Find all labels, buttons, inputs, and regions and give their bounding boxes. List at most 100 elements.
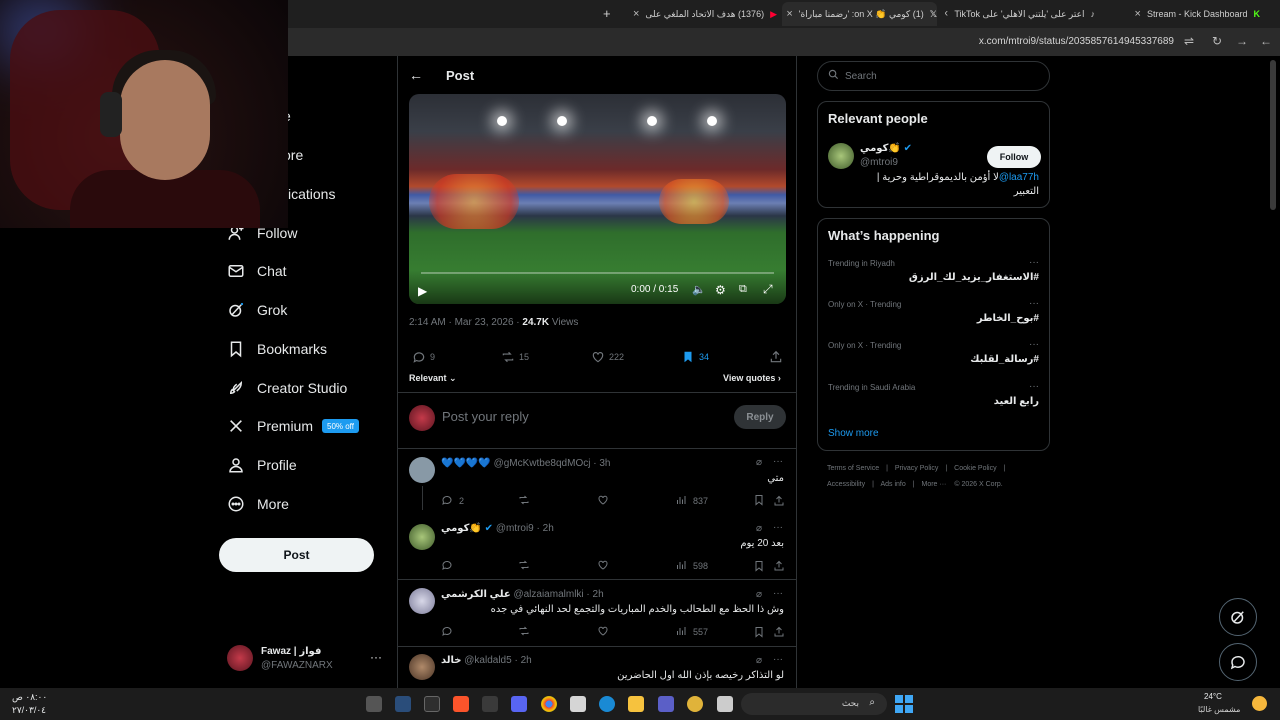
- nav-item-more[interactable]: More: [227, 492, 289, 516]
- footer-ads-link[interactable]: Ads info: [880, 481, 905, 488]
- nav-item-grok[interactable]: Grok: [227, 298, 287, 322]
- grok-icon[interactable]: ⌀: [756, 523, 762, 534]
- folder-icon[interactable]: [628, 696, 644, 712]
- tab-x-post[interactable]: 𝕏 (1) كومي 👏 on X: 'رضمنا مباراة' ×: [782, 2, 937, 26]
- footer-terms-link[interactable]: Terms of Service: [827, 465, 879, 472]
- grok-float-button[interactable]: [1219, 598, 1257, 636]
- like-action[interactable]: 222: [591, 350, 624, 364]
- footer-privacy-link[interactable]: Privacy Policy: [895, 465, 939, 472]
- bio-mention-link[interactable]: @laa77h: [999, 172, 1039, 183]
- nav-item-premium[interactable]: Premium: [227, 414, 313, 438]
- trend-item[interactable]: #بوح_الخاطر: [977, 313, 1039, 324]
- follow-button[interactable]: Follow: [987, 146, 1041, 168]
- show-more-link[interactable]: Show more: [828, 428, 879, 439]
- view-quotes-link[interactable]: View quotes ›: [723, 373, 781, 383]
- close-icon[interactable]: ×: [945, 8, 948, 20]
- volume-icon[interactable]: 🔈: [692, 283, 706, 296]
- views-action[interactable]: 598: [675, 559, 708, 573]
- taskbar-app-icon[interactable]: [366, 696, 382, 712]
- more-icon[interactable]: ···: [773, 588, 783, 599]
- steam-icon[interactable]: [395, 696, 411, 712]
- views-action[interactable]: 557: [675, 625, 708, 639]
- tab-tiktok[interactable]: ♪ اعتر على 'يلتني الاهلي' على TikTok ×: [945, 2, 1095, 26]
- reply-action[interactable]: [441, 559, 459, 573]
- like-action[interactable]: [597, 494, 615, 508]
- account-menu-icon[interactable]: ···: [370, 650, 382, 664]
- reply-action[interactable]: 2: [441, 494, 464, 508]
- account-avatar[interactable]: [227, 645, 253, 671]
- reply-button[interactable]: Reply: [734, 405, 786, 429]
- reply-input[interactable]: Post your reply: [442, 409, 529, 424]
- chrome-icon[interactable]: [541, 696, 557, 712]
- share-action[interactable]: [769, 350, 787, 364]
- footer-cookie-link[interactable]: Cookie Policy: [954, 465, 996, 472]
- bookmark-icon[interactable]: [753, 494, 765, 509]
- brave-icon[interactable]: [453, 696, 469, 712]
- reply-action[interactable]: [441, 625, 459, 639]
- post-video[interactable]: ▶ 0:00 / 0:15 🔈 ⚙ ⧉ ⤢: [409, 94, 786, 304]
- trend-item[interactable]: #رسالة_لقلبك: [970, 354, 1039, 365]
- nav-item-profile[interactable]: Profile: [227, 453, 297, 477]
- close-icon[interactable]: ×: [786, 8, 792, 20]
- repost-action[interactable]: [518, 559, 536, 573]
- weather-temp[interactable]: 24°C: [1204, 692, 1222, 701]
- messages-float-button[interactable]: [1219, 643, 1257, 681]
- list-item[interactable]: كومي👏 ✔ @mtroi9 · 2h ⌀ ··· بعد 20 يوم 59…: [398, 519, 796, 579]
- repost-action[interactable]: [518, 625, 536, 639]
- store-icon[interactable]: [570, 696, 586, 712]
- tune-icon[interactable]: ⇌: [1184, 34, 1194, 48]
- footer-accessibility-link[interactable]: Accessibility: [827, 481, 865, 488]
- views-action[interactable]: 837: [675, 494, 708, 508]
- reload-icon[interactable]: ↻: [1212, 34, 1222, 48]
- trend-item[interactable]: رابع العيد: [994, 396, 1039, 407]
- more-icon[interactable]: ···: [1029, 339, 1039, 350]
- list-item[interactable]: 💙💙💙💙 @gMcKwtbe8qdMOcj · 3h ⌀ ··· متي 2 8…: [398, 452, 796, 512]
- taskbar-app-icon[interactable]: [717, 696, 733, 712]
- nav-item-bookmarks[interactable]: Bookmarks: [227, 337, 327, 361]
- windows-start-icon[interactable]: [895, 695, 913, 713]
- grok-icon[interactable]: ⌀: [756, 655, 762, 666]
- trend-item[interactable]: #الاستغفار_يزيد_لك_الرزق: [909, 272, 1039, 283]
- edge-icon[interactable]: [599, 696, 615, 712]
- teams-icon[interactable]: [658, 696, 674, 712]
- list-item[interactable]: خالد @kaldald5 · 2h ⌀ ··· لو التذاكر رخي…: [398, 650, 796, 688]
- back-icon[interactable]: ←: [1260, 34, 1272, 48]
- reply-action[interactable]: 9: [412, 350, 435, 364]
- bookmark-icon[interactable]: [753, 625, 765, 643]
- more-icon[interactable]: ···: [1029, 257, 1039, 268]
- taskbar-app-icon[interactable]: [482, 696, 498, 712]
- discord-icon[interactable]: [511, 696, 527, 712]
- new-tab-button[interactable]: +: [603, 6, 611, 21]
- tab-kick-dashboard[interactable]: K Stream - Kick Dashboard ×: [1110, 2, 1260, 26]
- bookmark-icon[interactable]: [753, 559, 765, 577]
- post-button[interactable]: Post: [219, 538, 374, 572]
- more-icon[interactable]: ···: [773, 654, 783, 665]
- footer-more-link[interactable]: More ···: [922, 481, 947, 488]
- pip-icon[interactable]: ⧉: [739, 283, 747, 296]
- page-scrollbar[interactable]: [1270, 60, 1276, 210]
- nav-item-chat[interactable]: Chat: [227, 259, 287, 283]
- play-icon[interactable]: ▶: [418, 284, 427, 298]
- relevant-avatar[interactable]: [828, 143, 854, 169]
- url-field[interactable]: x.com/mtroi9/status/2035857614945337689: [979, 36, 1174, 47]
- share-icon[interactable]: [773, 625, 785, 643]
- nav-item-creator-studio[interactable]: Creator Studio: [227, 376, 347, 400]
- more-icon[interactable]: ···: [773, 522, 783, 533]
- like-action[interactable]: [597, 625, 615, 639]
- clock-time[interactable]: ٠٨:٠٠ ص: [12, 692, 47, 703]
- bookmark-action[interactable]: 34: [681, 350, 709, 364]
- more-icon[interactable]: ···: [1029, 298, 1039, 309]
- taskbar-app-icon[interactable]: [687, 696, 703, 712]
- grok-icon[interactable]: ⌀: [756, 457, 762, 468]
- fullscreen-icon[interactable]: ⤢: [763, 282, 773, 297]
- back-arrow-icon[interactable]: ←: [409, 67, 423, 83]
- more-icon[interactable]: ···: [1029, 381, 1039, 392]
- like-action[interactable]: [597, 559, 615, 573]
- taskbar-app-icon[interactable]: [424, 696, 440, 712]
- relevant-sort[interactable]: Relevant ⌄: [409, 373, 457, 384]
- forward-icon[interactable]: →: [1236, 34, 1248, 48]
- tab-youtube[interactable]: ▶ (1376) هدف الاتحاد الملغي على ×: [622, 2, 777, 26]
- relevant-name[interactable]: كومي👏 ✔: [860, 143, 912, 154]
- close-icon[interactable]: ×: [633, 8, 639, 20]
- grok-icon[interactable]: ⌀: [756, 589, 762, 600]
